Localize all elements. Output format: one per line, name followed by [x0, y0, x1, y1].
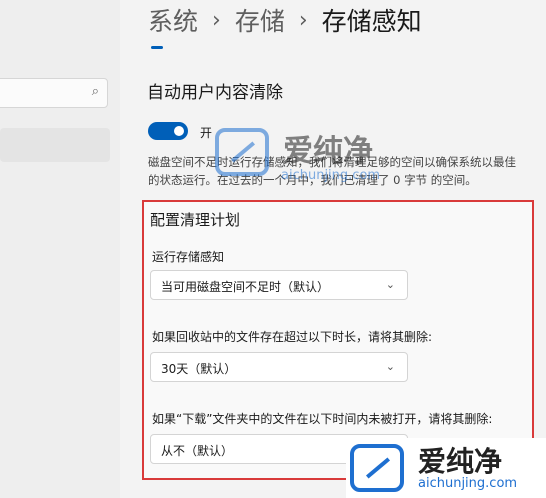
watermark-brand: 爱纯净 — [418, 445, 503, 478]
main-content: 系统 › 存储 › 存储感知 自动用户内容清除 开 磁盘空间不足时运行存储感知，… — [120, 0, 546, 498]
chevron-down-icon: ⌄ — [385, 360, 395, 373]
watermark-logo-icon — [215, 128, 269, 176]
watermark-brand: 爱纯净 — [283, 134, 373, 169]
toggle-knob — [174, 126, 184, 136]
run-storage-sense-dropdown[interactable]: 当可用磁盘空间不足时（默认） ⌄ — [150, 270, 408, 300]
run-storage-sense-label: 运行存储感知 — [152, 250, 225, 264]
page-title: 存储感知 — [321, 7, 422, 36]
schedule-title: 配置清理计划 — [150, 211, 241, 229]
toggle-state-label: 开 — [200, 126, 213, 140]
downloads-value: 从不（默认） — [161, 444, 234, 458]
recycle-bin-value: 30天（默认） — [161, 362, 237, 376]
breadcrumb: 系统 › 存储 › 存储感知 — [148, 2, 422, 38]
recycle-bin-dropdown[interactable]: 30天（默认） ⌄ — [150, 352, 408, 382]
title-accent-bar — [151, 46, 163, 49]
breadcrumb-system[interactable]: 系统 — [148, 2, 198, 38]
recycle-bin-label: 如果回收站中的文件存在超过以下时长，请将其删除: — [152, 330, 433, 344]
search-icon: ⌕ — [91, 84, 99, 99]
run-storage-sense-value: 当可用磁盘空间不足时（默认） — [161, 280, 330, 294]
breadcrumb-separator: › — [298, 7, 308, 33]
watermark-url: aichunjing.com — [418, 476, 518, 491]
watermark-url: aichunjing.com — [281, 168, 381, 183]
sidebar-item-selected[interactable] — [0, 128, 110, 162]
search-input[interactable]: ⌕ — [0, 78, 108, 108]
breadcrumb-separator: › — [212, 7, 221, 33]
section-title: 自动用户内容清除 — [147, 83, 283, 103]
auto-cleanup-toggle[interactable] — [148, 122, 188, 140]
downloads-label: 如果“下载”文件夹中的文件在以下时间内未被打开，请将其删除: — [152, 412, 493, 426]
watermark-logo-icon — [350, 444, 404, 492]
sidebar: ⌕ — [0, 0, 120, 498]
breadcrumb-storage[interactable]: 存储 — [235, 2, 285, 38]
chevron-down-icon: ⌄ — [385, 278, 395, 291]
watermark-corner: 爱纯净 aichunjing.com — [346, 438, 546, 498]
